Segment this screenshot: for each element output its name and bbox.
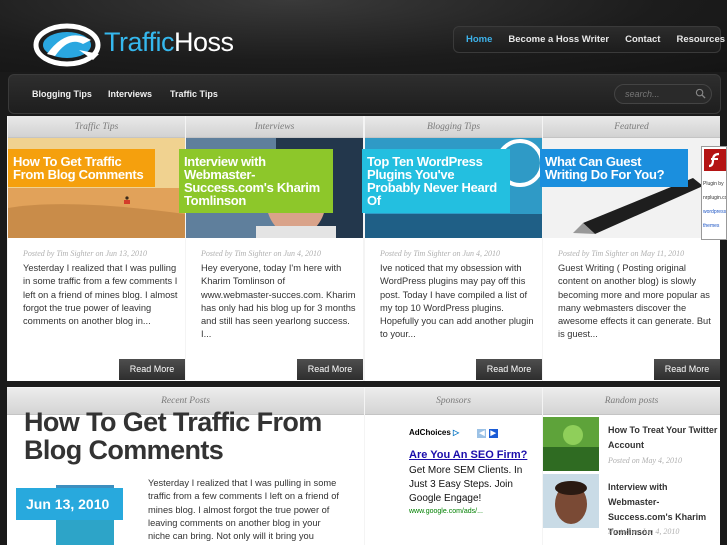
ad-next-icon[interactable]: ▶: [488, 429, 498, 438]
flash-line-1: Plugin by: [703, 181, 724, 187]
search-icon[interactable]: [695, 88, 706, 99]
read-more-button[interactable]: Read More: [654, 359, 720, 380]
category-blogging-tips[interactable]: Blogging Tips: [32, 89, 92, 99]
recent-post-excerpt: Yesterday I realized that I was pulling …: [148, 478, 340, 542]
flash-line-3: wordpress: [703, 209, 727, 215]
ad-prev-icon[interactable]: ◀: [477, 429, 487, 438]
random-post-thumbnail-image[interactable]: [543, 474, 599, 528]
random-posts-heading: Random posts: [543, 388, 720, 415]
column-heading: Featured: [543, 116, 720, 138]
recent-post-title[interactable]: How To Get Traffic From Blog Comments: [24, 408, 364, 464]
random-post-item[interactable]: How To Treat Your Twitter Account Posted…: [543, 417, 720, 473]
ad-body-text: Get More SEM Clients. In Just 3 Easy Ste…: [409, 465, 523, 504]
recent-posts-panel: Recent Posts How To Get Traffic From Blo…: [7, 388, 364, 545]
recent-post-date-badge: Jun 13, 2010: [16, 488, 123, 520]
post-meta: Posted by Tim Sighter on May 11, 2010: [558, 249, 685, 258]
flash-line-2: nrplugin.co: [703, 195, 727, 201]
nav-become-writer[interactable]: Become a Hoss Writer: [508, 34, 609, 45]
section-divider: [7, 381, 720, 387]
post-meta: Posted by Tim Sighter on Jun 4, 2010: [201, 249, 321, 258]
post-meta: Posted by Tim Sighter on Jun 13, 2010: [23, 249, 147, 258]
featured-column-interviews: Interviews Interview with Webmaster-Succ…: [179, 116, 363, 381]
post-excerpt: Ive noticed that my obsession with WordP…: [380, 263, 534, 340]
random-post-item[interactable]: Interview with Webmaster-Success.com's K…: [543, 474, 720, 537]
random-post-meta: Posted on May 4, 2010: [608, 456, 682, 465]
read-more-button[interactable]: Read More: [476, 359, 542, 380]
featured-banner-title[interactable]: Top Ten WordPress Plugins You've Probabl…: [362, 149, 510, 213]
column-heading: Interviews: [186, 116, 363, 138]
post-meta: Posted by Tim Sighter on Jun 4, 2010: [380, 249, 500, 258]
post-excerpt: Yesterday I realized that I was pulling …: [23, 263, 178, 327]
nav-resources[interactable]: Resources: [676, 34, 725, 45]
flash-plugin-box[interactable]: Plugin by nrplugin.co wordpress themes: [701, 146, 727, 240]
column-heading: Blogging Tips: [365, 116, 542, 138]
read-more-button[interactable]: Read More: [119, 359, 185, 380]
header: TrafficHoss Home Become a Hoss Writer Co…: [0, 0, 727, 72]
random-post-thumbnail-image[interactable]: [543, 417, 599, 471]
featured-column-featured: Featured What Can Guest Writing Do For Y…: [540, 116, 720, 381]
random-post-title[interactable]: How To Treat Your Twitter Account: [608, 423, 720, 453]
random-post-meta: Posted on Jun 4, 2010: [608, 527, 680, 536]
brand-name-part2: Hoss: [174, 27, 234, 57]
top-navigation: Home Become a Hoss Writer Contact Resour…: [453, 26, 725, 53]
sponsors-heading: Sponsors: [365, 388, 542, 415]
ad-choices-icon: ▷: [453, 428, 460, 437]
random-posts-panel: Random posts How To Treat Your Twitter A…: [543, 388, 720, 545]
featured-column-blogging-tips: Blogging Tips Top Ten WordPress Plugins …: [362, 116, 542, 381]
flash-player-icon: [704, 149, 726, 171]
nav-contact[interactable]: Contact: [625, 34, 660, 45]
category-traffic-tips[interactable]: Traffic Tips: [170, 89, 218, 99]
sponsor-ad[interactable]: AdChoices ▷ ◀ ▶ Are You An SEO Firm? Get…: [409, 428, 539, 515]
ad-choices-label[interactable]: AdChoices ▷ ◀ ▶: [409, 428, 539, 438]
column-heading: Traffic Tips: [8, 116, 185, 138]
ad-headline-link[interactable]: Are You An SEO Firm?: [409, 448, 539, 462]
brand-name-part1: Traffic: [104, 27, 175, 57]
ad-url[interactable]: www.google.com/ads/...: [409, 508, 539, 515]
featured-banner-title[interactable]: How To Get Traffic From Blog Comments: [8, 149, 155, 187]
flash-plugin-text: Plugin by nrplugin.co wordpress themes: [703, 177, 727, 233]
nav-home[interactable]: Home: [466, 34, 492, 45]
post-excerpt: Guest Writing ( Posting original content…: [558, 263, 711, 340]
featured-column-traffic-tips: Traffic Tips How To Get Traffic From Blo…: [8, 116, 185, 381]
ad-choices-text: AdChoices: [409, 428, 451, 437]
post-excerpt: Hey everyone, today I'm here with Kharim…: [201, 263, 356, 340]
flash-line-4: themes: [703, 223, 720, 229]
sponsors-panel: Sponsors AdChoices ▷ ◀ ▶ Are You An SEO …: [365, 388, 542, 545]
featured-banner-title[interactable]: What Can Guest Writing Do For You?: [540, 149, 688, 187]
brand-wordmark[interactable]: TrafficHoss: [104, 27, 234, 58]
featured-banner-title[interactable]: Interview with Webmaster-Success.com's K…: [179, 149, 333, 213]
category-interviews[interactable]: Interviews: [108, 89, 152, 99]
read-more-button[interactable]: Read More: [297, 359, 363, 380]
